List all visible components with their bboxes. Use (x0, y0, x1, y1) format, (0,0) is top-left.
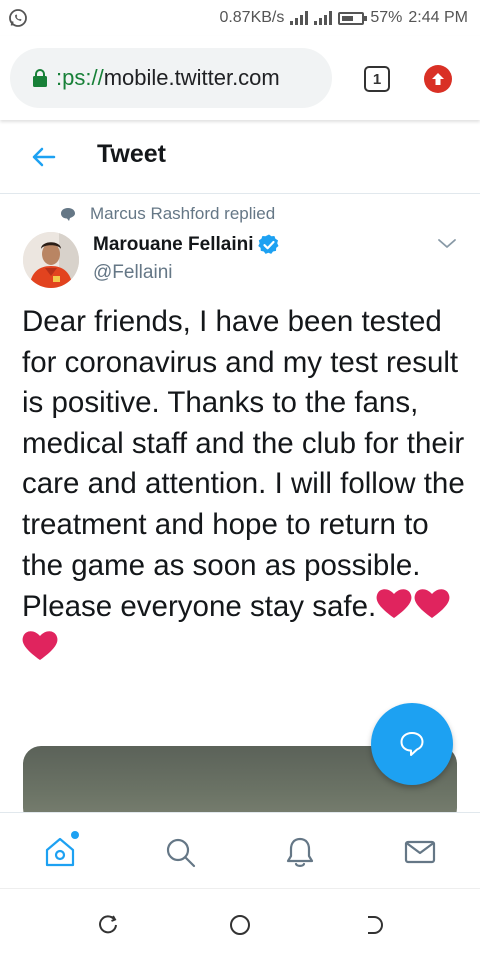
tweet-body: Dear friends, I have been tested for cor… (22, 305, 465, 624)
battery-percent: 57% (370, 9, 403, 26)
recents-icon[interactable] (96, 913, 120, 937)
reply-context-text: Marcus Rashford replied (90, 204, 276, 223)
update-icon (432, 73, 444, 85)
notifications-icon (286, 837, 314, 867)
status-bar: 0.87KB/s 57% 2:44 PM (0, 0, 480, 36)
browser-toolbar: :ps://mobile.twitter.com 1 (0, 36, 480, 120)
messages-icon (404, 840, 436, 864)
whatsapp-icon (9, 9, 27, 27)
avatar-image (23, 232, 79, 288)
reply-context[interactable]: Marcus Rashford replied (60, 204, 275, 224)
heart-icon (376, 589, 412, 619)
heart-icon (414, 589, 450, 619)
avatar[interactable] (23, 232, 79, 288)
heart-icon (22, 630, 58, 660)
nav-home[interactable] (43, 831, 79, 869)
bottom-navigation (0, 812, 480, 888)
author-name-text: Marouane Fellaini (93, 234, 254, 255)
search-icon (166, 838, 196, 868)
page-title: Tweet (97, 140, 166, 168)
system-navigation-bar (0, 888, 480, 960)
compose-reply-icon (400, 732, 424, 756)
author-handle[interactable]: @Fellaini (93, 262, 172, 284)
address-bar[interactable]: :ps://mobile.twitter.com (10, 48, 332, 108)
signal-icon (290, 11, 309, 25)
nav-notifications[interactable] (283, 835, 317, 869)
nav-search[interactable] (163, 835, 197, 869)
update-button[interactable] (424, 65, 452, 93)
chevron-down-icon[interactable] (436, 234, 458, 252)
home-icon (45, 837, 75, 867)
home-circle-icon[interactable] (228, 913, 252, 937)
tweet-text: Dear friends, I have been tested for cor… (22, 302, 466, 669)
tabs-button[interactable]: 1 (364, 66, 390, 92)
page-header: Tweet (0, 120, 480, 194)
back-icon[interactable] (362, 913, 386, 937)
reply-fab-button[interactable] (371, 703, 453, 785)
url-host: mobile.twitter.com (103, 65, 280, 90)
clock: 2:44 PM (408, 9, 468, 26)
nav-messages[interactable] (403, 835, 437, 869)
signal-icon (314, 11, 333, 25)
tab-count: 1 (372, 70, 382, 88)
url-scheme: :ps:// (56, 65, 104, 90)
verified-badge-icon (258, 234, 279, 254)
author-name[interactable]: Marouane Fellaini (93, 233, 281, 257)
lock-icon (33, 69, 47, 87)
back-arrow-icon[interactable] (30, 144, 56, 170)
battery-icon (338, 11, 368, 25)
network-speed: 0.87KB/s (219, 9, 285, 26)
reply-bubble-icon (61, 207, 75, 221)
new-content-dot (71, 831, 79, 839)
url-text: :ps://mobile.twitter.com (56, 65, 280, 91)
